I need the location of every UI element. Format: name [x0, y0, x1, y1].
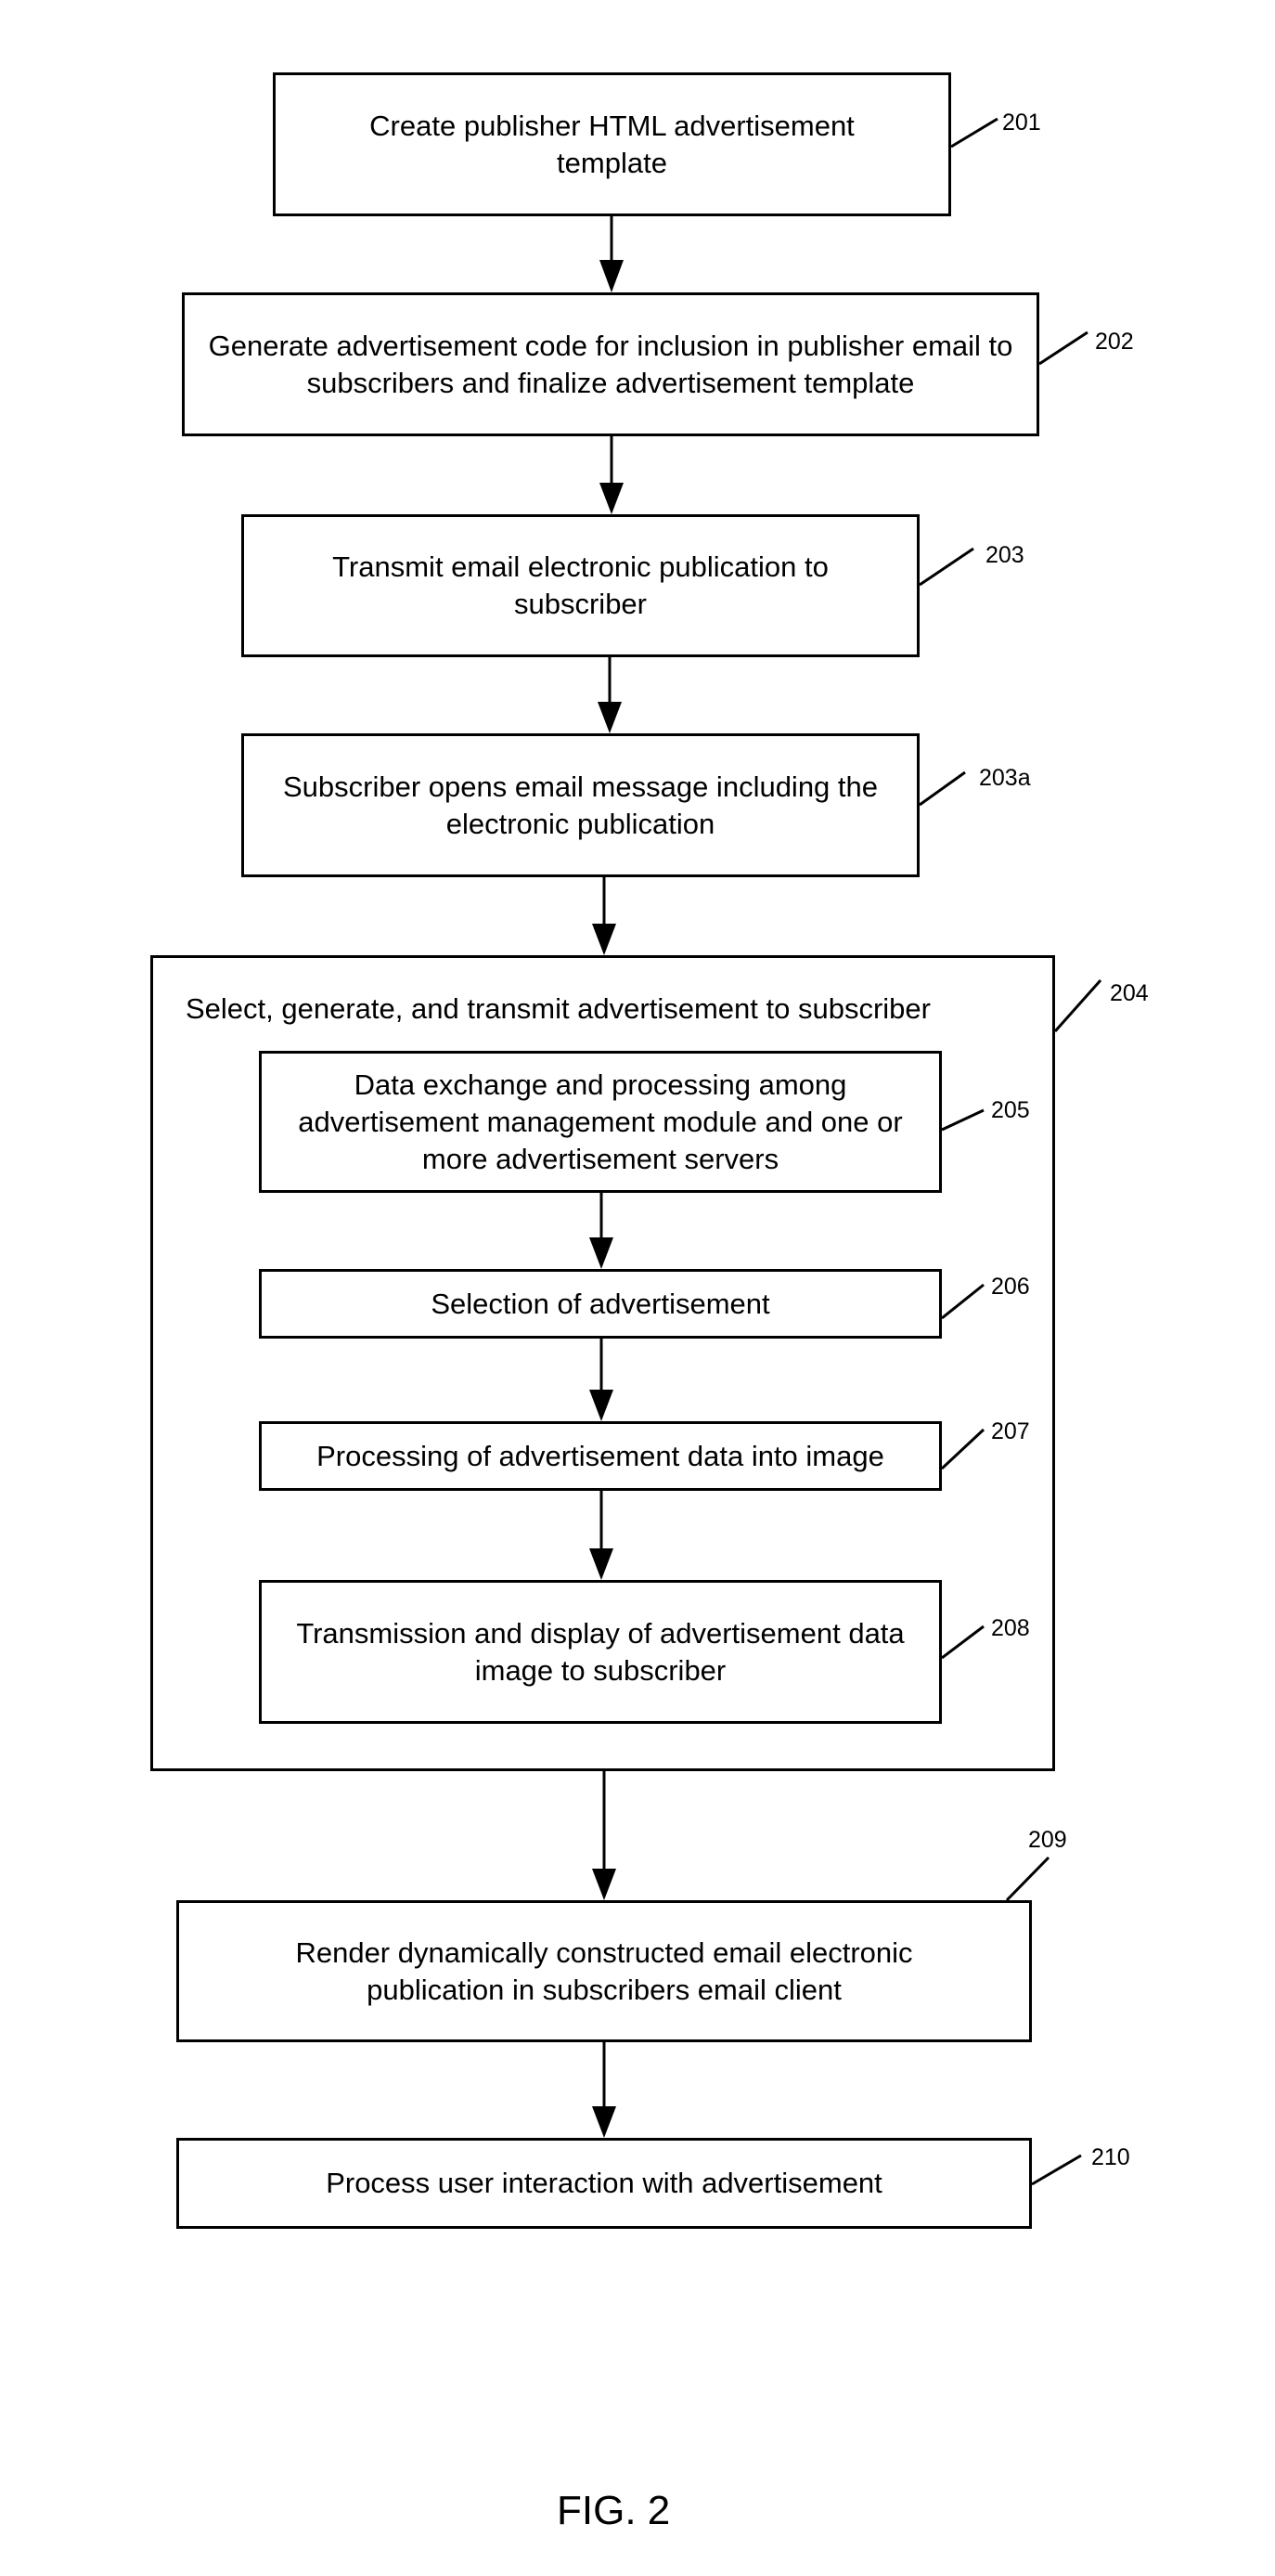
arrow-204-209 [592, 1771, 616, 1900]
ref-208: 208 [991, 1615, 1030, 1641]
arrow-203-203a [598, 657, 622, 733]
leader-203 [919, 547, 974, 587]
figure-caption: FIG. 2 [557, 2488, 671, 2533]
step-204-title: Select, generate, and transmit advertise… [186, 992, 931, 1025]
ref-206: 206 [991, 1274, 1030, 1300]
step-206-text: Selection of advertisement [431, 1287, 770, 1320]
leader-203a [919, 770, 966, 807]
step-208-box: Transmission and display of advertisemen… [259, 1580, 942, 1724]
step-207-text: Processing of advertisement data into im… [316, 1439, 884, 1472]
step-201-text: Create publisher HTML advertisement temp… [369, 109, 855, 179]
step-210-box: Process user interaction with advertisem… [176, 2138, 1032, 2229]
step-205-box: Data exchange and processing among adver… [259, 1051, 942, 1193]
ref-202: 202 [1095, 329, 1134, 355]
ref-203a: 203a [979, 765, 1031, 791]
step-210-text: Process user interaction with advertisem… [326, 2167, 882, 2199]
step-207-box: Processing of advertisement data into im… [259, 1421, 942, 1491]
leader-210 [1031, 2154, 1082, 2186]
ref-203: 203 [985, 542, 1024, 568]
ref-201: 201 [1002, 110, 1041, 136]
leader-204 [1053, 979, 1102, 1032]
ref-210: 210 [1091, 2144, 1130, 2170]
ref-204: 204 [1110, 980, 1149, 1006]
step-202-text: Generate advertisement code for inclusio… [208, 329, 1013, 399]
arrow-202-203 [599, 436, 624, 514]
step-203a-text: Subscriber opens email message including… [282, 770, 879, 840]
ref-205: 205 [991, 1097, 1030, 1123]
step-209-box: Render dynamically constructed email ele… [176, 1900, 1032, 2042]
leader-209 [1005, 1856, 1050, 1902]
step-205-text: Data exchange and processing among adver… [298, 1068, 903, 1175]
step-202-box: Generate advertisement code for inclusio… [182, 292, 1039, 436]
ref-207: 207 [991, 1418, 1030, 1444]
step-203-box: Transmit email electronic publication to… [241, 514, 920, 657]
step-203a-box: Subscriber opens email message including… [241, 733, 920, 877]
arrow-209-210 [592, 2042, 616, 2138]
leader-201 [950, 117, 998, 149]
step-206-box: Selection of advertisement [259, 1269, 942, 1339]
step-208-text: Transmission and display of advertisemen… [296, 1616, 905, 1687]
leader-202 [1038, 330, 1088, 366]
step-201-box: Create publisher HTML advertisement temp… [273, 72, 951, 216]
arrow-201-202 [599, 216, 624, 292]
arrow-203a-204 [592, 877, 616, 955]
ref-209: 209 [1028, 1827, 1067, 1853]
step-209-text: Render dynamically constructed email ele… [295, 1935, 913, 2006]
step-203-text: Transmit email electronic publication to… [332, 550, 829, 620]
